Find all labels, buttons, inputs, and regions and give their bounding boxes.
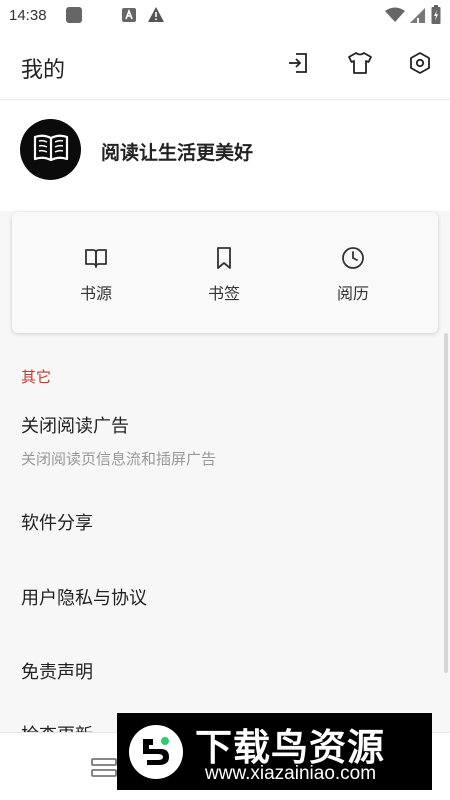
bookmark-icon (217, 247, 231, 269)
setting-disclaimer[interactable]: 免责声明 (0, 636, 444, 702)
shortcut-label: 书源 (79, 284, 112, 303)
setting-privacy-agreement[interactable]: 用户隐私与协议 (0, 562, 444, 628)
book-icon (33, 133, 69, 167)
shortcut-card: 书源 书签 阅历 (12, 212, 438, 333)
setting-title: 软件分享 (21, 513, 93, 534)
import-icon (286, 51, 310, 79)
app-notification-icon (65, 6, 83, 28)
watermark-banner: 下载鸟资源 www.xiazainiao.com (117, 713, 432, 790)
battery-icon (431, 5, 441, 29)
theme-shirt-icon (347, 51, 373, 79)
page-title: 我的 (21, 58, 66, 83)
warning-icon (147, 6, 165, 27)
watermark-url: www.xiazainiao.com (205, 763, 377, 784)
settings-hexagon-icon (408, 51, 432, 79)
profile-slogan: 阅读让生活更美好 (101, 142, 254, 164)
avatar[interactable] (20, 119, 81, 180)
signal-icon (408, 7, 426, 28)
shortcut-reading-history[interactable]: 阅历 (313, 212, 393, 333)
profile-header: 阅读让生活更美好 (0, 101, 450, 211)
book-open-icon (85, 249, 107, 268)
status-time: 14:38 (9, 7, 47, 24)
shortcut-label: 书签 (207, 284, 240, 303)
setting-title: 用户隐私与协议 (21, 588, 147, 609)
top-app-bar: 我的 (0, 32, 450, 100)
a-notification-icon (121, 7, 137, 27)
clock-icon (342, 247, 364, 269)
shortcut-book-source[interactable]: 书源 (56, 212, 136, 333)
bookshelf-nav-icon[interactable] (90, 757, 118, 783)
setting-title: 检查更新 (21, 721, 93, 732)
import-button[interactable] (283, 50, 313, 80)
setting-title: 免责声明 (21, 662, 93, 683)
status-bar: 14:38 (0, 0, 450, 32)
setting-title: 关闭阅读广告 (21, 416, 129, 437)
scrollbar[interactable] (444, 333, 448, 673)
bird-logo-icon (127, 723, 185, 785)
wifi-icon (385, 7, 405, 27)
theme-button[interactable] (345, 50, 375, 80)
shortcut-bookmarks[interactable]: 书签 (184, 212, 264, 333)
setting-description: 关闭阅读页信息流和插屏广告 (21, 450, 217, 468)
setting-share-app[interactable]: 软件分享 (0, 488, 444, 554)
section-title-other: 其它 (21, 368, 52, 386)
setting-close-ads[interactable]: 关闭阅读广告 关闭阅读页信息流和插屏广告 (0, 400, 444, 480)
shortcut-label: 阅历 (336, 284, 369, 303)
settings-button[interactable] (405, 50, 435, 80)
